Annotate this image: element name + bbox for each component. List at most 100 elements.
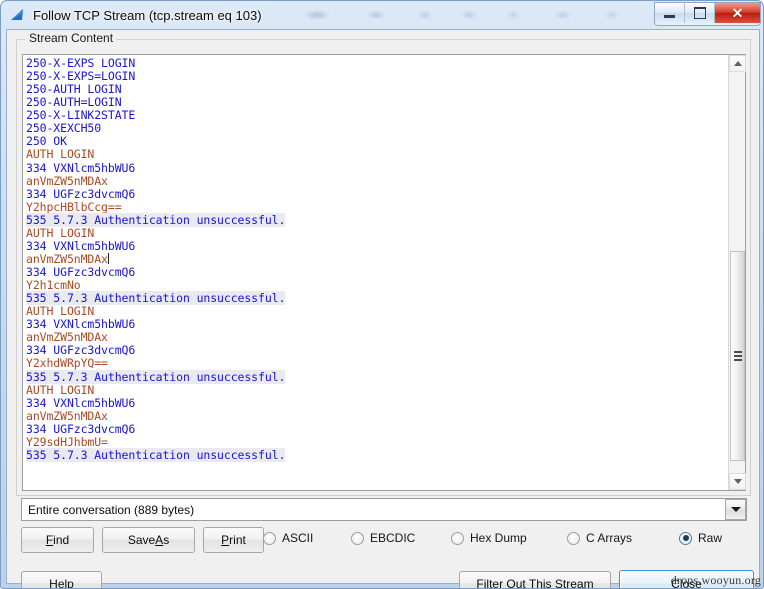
stream-line-text: AUTH LOGIN [26, 304, 95, 319]
maximize-button[interactable] [685, 3, 715, 23]
stream-line: 250 OK [26, 135, 728, 148]
stream-line: 250-AUTH LOGIN [26, 83, 728, 96]
stream-line: 334 VXNlcm5hbWU6 [26, 318, 728, 331]
stream-line-text: 535 5.7.3 Authentication unsuccessful. [26, 291, 286, 306]
groupbox-label: Stream Content [25, 31, 118, 45]
stream-line-text: Y2hpcHBlbCcg== [26, 199, 122, 214]
conversation-select-value: Entire conversation (889 bytes) [28, 502, 195, 517]
radio-dot-icon [567, 531, 580, 545]
help-accel: H [49, 577, 58, 589]
help-button[interactable]: Help [21, 571, 102, 589]
scroll-up-arrow-icon[interactable] [729, 55, 746, 72]
stream-line: 334 UGFzc3dvcmQ6 [26, 265, 728, 279]
help-label: elp [57, 577, 74, 589]
stream-line: 535 5.7.3 Authentication unsuccessful. [26, 447, 728, 462]
triangle-down-glyph [730, 507, 741, 512]
follow-tcp-stream-window: Follow TCP Stream (tcp.stream eq 103) ✕ … [0, 0, 764, 589]
stream-line-text: 250-AUTH=LOGIN [26, 95, 122, 110]
radio-dot-icon [263, 531, 276, 545]
wireshark-shark-fin-icon [9, 6, 27, 24]
filter-out-this-stream-button[interactable]: Filter Out This Stream [459, 571, 611, 589]
stream-line: 334 VXNlcm5hbWU6 [26, 395, 728, 410]
print-accel: P [221, 533, 230, 547]
save-as-accel: A [155, 533, 164, 547]
stream-line-text: Y2xhdWRpYQ== [26, 356, 108, 371]
stream-line-text: 334 VXNlcm5hbWU6 [26, 160, 136, 175]
save-as-label-post: s [163, 533, 170, 547]
save-as-button[interactable]: Save As [102, 527, 195, 553]
stream-line: 334 UGFzc3dvcmQ6 [26, 186, 728, 201]
window-close-button[interactable]: ✕ [715, 3, 760, 23]
radio-ebcdic[interactable]: EBCDIC [351, 531, 415, 545]
stream-line: 334 VXNlcm5hbWU6 [26, 160, 728, 175]
radio-raw[interactable]: Raw [679, 531, 722, 545]
stream-line-text: 250-X-EXPS=LOGIN [26, 69, 136, 84]
stream-line: 250-X-EXPS=LOGIN [26, 70, 728, 83]
stream-line-text: 535 5.7.3 Authentication unsuccessful. [26, 369, 286, 384]
stream-line: Y29sdHJhbmU= [26, 434, 728, 449]
triangle-up-icon [733, 61, 742, 66]
stream-line-text: 250-X-EXPS LOGIN [26, 56, 136, 70]
stream-line: 334 UGFzc3dvcmQ6 [26, 421, 728, 436]
vertical-scrollbar[interactable] [728, 55, 746, 490]
stream-line-text: Y29sdHJhbmU= [26, 434, 108, 449]
stream-line-text: 334 UGFzc3dvcmQ6 [26, 421, 136, 436]
minimize-button[interactable] [655, 3, 685, 23]
stream-line-text: Y2h1cmNo [26, 278, 81, 293]
stream-line-text: anVmZW5nMDAx [26, 251, 108, 266]
scrollbar-grip-icon [734, 351, 742, 361]
window-title: Follow TCP Stream (tcp.stream eq 103) [33, 7, 262, 23]
conversation-select[interactable]: Entire conversation (889 bytes) [21, 498, 747, 521]
maximize-icon [693, 7, 706, 19]
radio-ascii[interactable]: ASCII [263, 531, 313, 545]
stream-text-area[interactable]: 250-X-EXPS LOGIN 250-X-EXPS=LOGIN 250-AUTH… [23, 55, 728, 490]
chevron-down-icon[interactable] [725, 499, 746, 520]
print-label: rint [229, 533, 246, 547]
scrollbar-thumb[interactable] [730, 251, 745, 461]
radio-raw-label: Raw [698, 531, 723, 545]
stream-line: Y2hpcHBlbCcg== [26, 199, 728, 214]
stream-line: 535 5.7.3 Authentication unsuccessful. [26, 212, 728, 227]
radio-dot-icon [451, 531, 464, 545]
stream-line-text: 250-AUTH LOGIN [26, 82, 122, 97]
stream-line-text: 334 UGFzc3dvcmQ6 [26, 265, 136, 279]
stream-line-text: 250-XEXCH50 [26, 121, 102, 136]
radio-c-arrays[interactable]: C Arrays [567, 531, 632, 545]
print-button[interactable]: Print [203, 527, 264, 553]
stream-line: 250-XEXCH50 [26, 122, 728, 135]
scroll-down-arrow-icon[interactable] [729, 473, 746, 490]
title-bar[interactable]: Follow TCP Stream (tcp.stream eq 103) ✕ [1, 1, 763, 29]
triangle-down-icon [733, 479, 742, 484]
stream-line-text: anVmZW5nMDAx [26, 408, 108, 423]
stream-line-text: anVmZW5nMDAx [26, 173, 108, 188]
find-button[interactable]: Find [21, 527, 94, 553]
stream-line: Y2xhdWRpYQ== [26, 357, 728, 370]
radio-hex-dump-label: Hex Dump [470, 531, 527, 545]
stream-line-text: AUTH LOGIN [26, 382, 95, 397]
stream-content-groupbox: Stream Content 250-X-EXPS LOGIN 250-X-EXP… [16, 31, 751, 496]
stream-line-text: 334 UGFzc3dvcmQ6 [26, 186, 136, 201]
save-as-label-pre: Save [127, 533, 156, 547]
close-icon: ✕ [731, 5, 744, 21]
stream-line-text: 334 UGFzc3dvcmQ6 [26, 343, 136, 358]
stream-line-text: AUTH LOGIN [26, 225, 95, 240]
stream-line-text: 334 VXNlcm5hbWU6 [26, 317, 136, 332]
watermark-text: drops.wooyun.org [670, 573, 761, 587]
stream-line: 535 5.7.3 Authentication unsuccessful. [26, 369, 728, 384]
radio-dot-selected-icon [679, 531, 692, 545]
filter-out-label: Filter Out This Stream [476, 577, 594, 589]
stream-line-text: 535 5.7.3 Authentication unsuccessful. [26, 212, 286, 227]
stream-content-pane[interactable]: 250-X-EXPS LOGIN 250-X-EXPS=LOGIN 250-AUTH… [22, 54, 746, 491]
stream-line: 250-X-LINK2STATE [26, 109, 728, 122]
find-label: ind [53, 533, 70, 547]
stream-line-text: anVmZW5nMDAx [26, 330, 108, 345]
radio-hex-dump[interactable]: Hex Dump [451, 531, 527, 545]
radio-dot-icon [351, 531, 364, 545]
radio-ascii-label: ASCII [282, 531, 314, 545]
stream-line-text: AUTH LOGIN [26, 147, 95, 162]
dialog-client-area: Stream Content 250-X-EXPS LOGIN 250-X-EXP… [6, 29, 760, 588]
stream-line: 535 5.7.3 Authentication unsuccessful. [26, 291, 728, 306]
action-and-format-row: Find Save As Print ASCII EBCDIC Hex Dump [21, 527, 757, 554]
stream-line-text: 334 VXNlcm5hbWU6 [26, 395, 136, 410]
stream-line-text: 250 OK [26, 134, 67, 149]
